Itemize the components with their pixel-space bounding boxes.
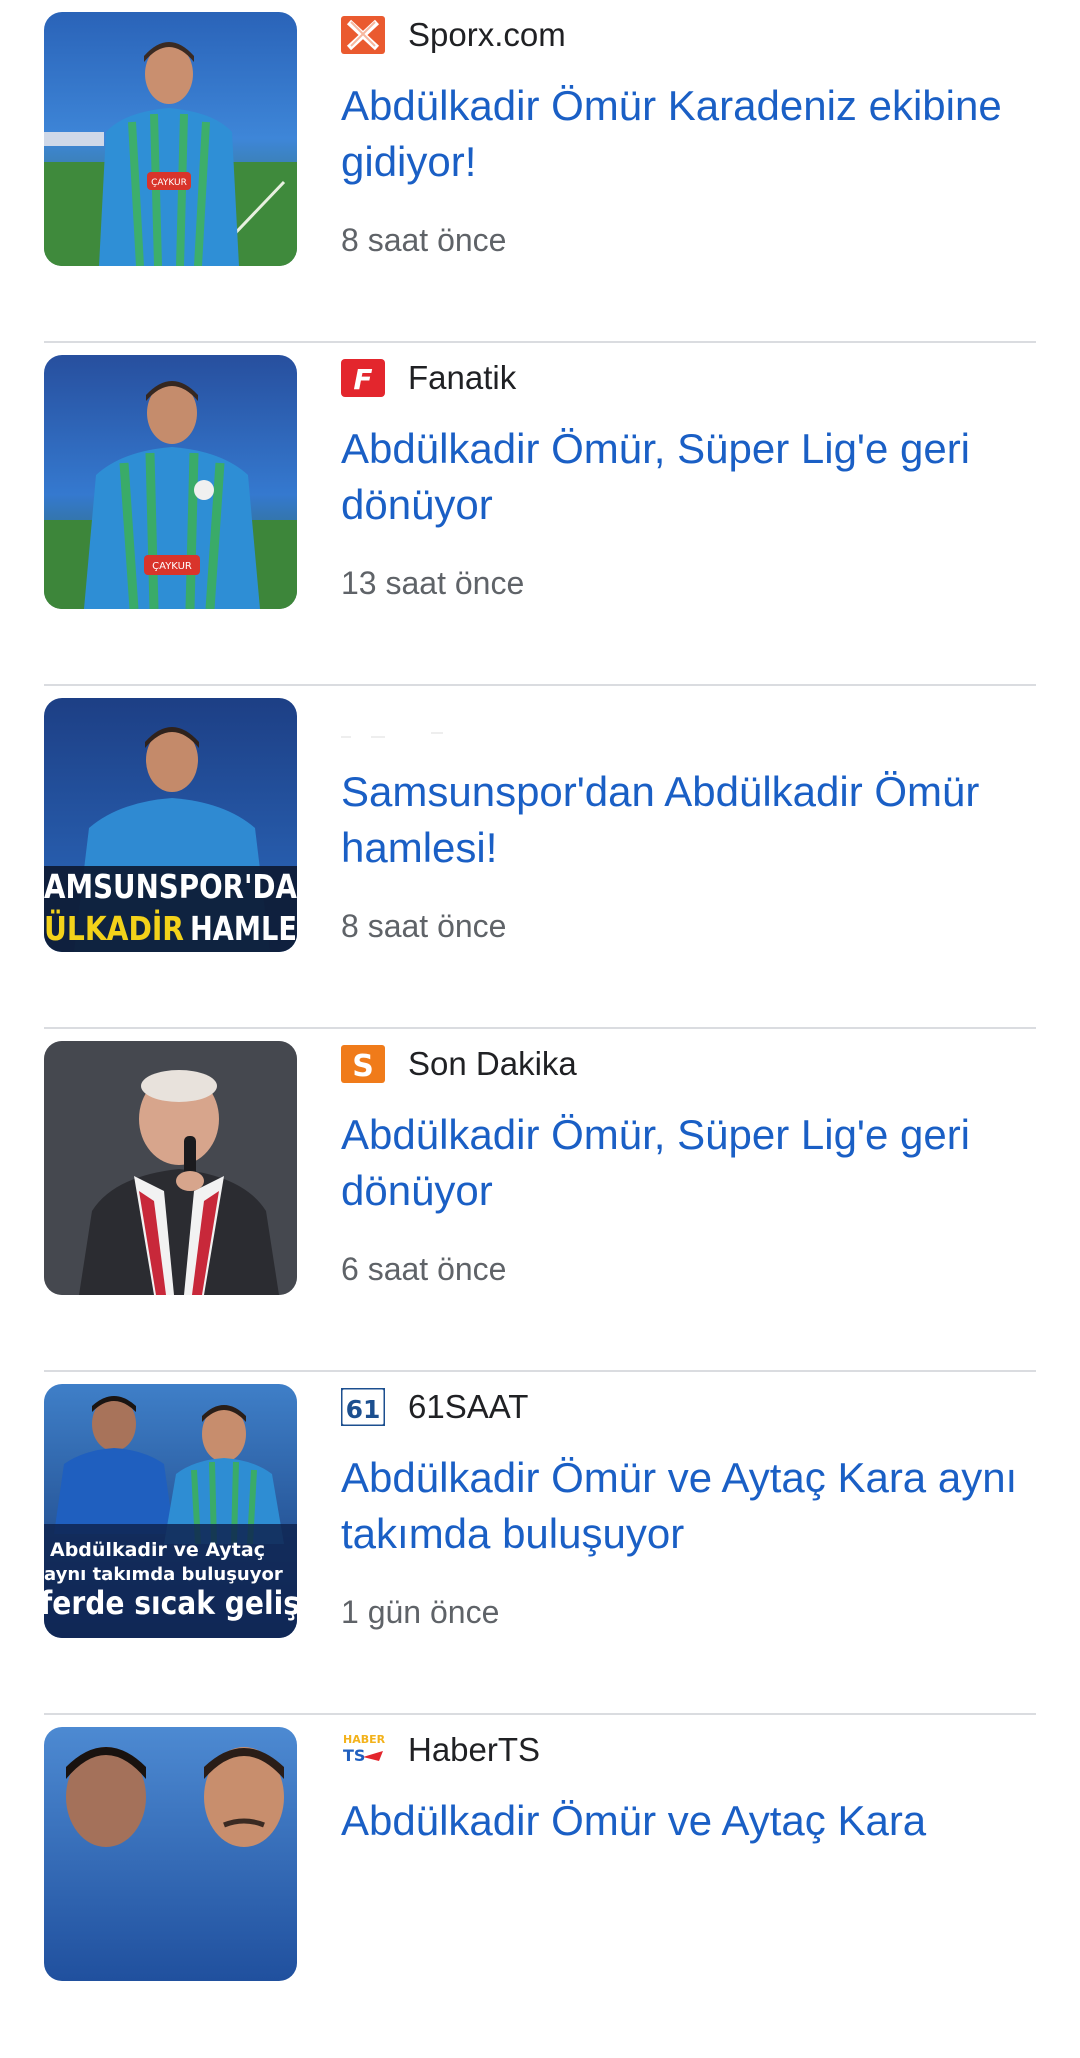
article-source: Sporx.com bbox=[341, 16, 566, 54]
caykur-badge: ÇAYKUR bbox=[151, 178, 187, 188]
article-time: 6 saat önce bbox=[341, 1251, 507, 1287]
haberts-logo-icon: HABER TS bbox=[341, 1731, 385, 1769]
sporx-logo-icon bbox=[341, 16, 385, 54]
article-time: 13 saat önce bbox=[341, 565, 525, 601]
article-thumbnail[interactable]: AMSUNSPOR'DA ÜLKADİR HAMLE bbox=[44, 698, 297, 952]
article-time: 8 saat önce bbox=[341, 222, 507, 258]
svg-text:S: S bbox=[352, 1049, 374, 1083]
svg-text:TS: TS bbox=[343, 1746, 365, 1765]
caykur-badge: ÇAYKUR bbox=[152, 561, 192, 572]
article-thumbnail[interactable]: Abdülkadir ve Aytaç aynı takımda buluşuy… bbox=[44, 1384, 297, 1638]
faded-logo-icon bbox=[341, 732, 443, 738]
image-caption-line-2: aynı takımda buluşuyor bbox=[44, 1564, 283, 1585]
svg-text:F: F bbox=[353, 363, 372, 396]
image-banner-line-2: ÜLKADİR bbox=[44, 908, 184, 948]
svg-text:HABER: HABER bbox=[343, 1733, 385, 1746]
article-source: F Fanatik bbox=[341, 359, 516, 397]
news-item[interactable]: HABER TS HaberTS Abdülkadir Ömür ve Ayta… bbox=[44, 1715, 1036, 2058]
news-item[interactable]: ÇAYKUR F Fanatik Abdülkadir Ömür, Süper … bbox=[44, 343, 1036, 686]
son-dakika-logo-icon: S bbox=[341, 1045, 385, 1083]
news-item[interactable]: ÇAYKUR Sporx.com Abdülkadir Ömür Karaden… bbox=[44, 0, 1036, 343]
61saat-logo-icon: 61 bbox=[341, 1388, 385, 1426]
article-thumbnail[interactable]: ÇAYKUR bbox=[44, 12, 297, 266]
image-caption-line-3: ferde sıcak geliş bbox=[44, 1584, 297, 1622]
article-headline[interactable]: Samsunspor'dan Abdülkadir Ömür hamlesi! bbox=[341, 764, 1041, 876]
article-thumbnail[interactable] bbox=[44, 1041, 297, 1295]
news-item[interactable]: Abdülkadir ve Aytaç aynı takımda buluşuy… bbox=[44, 1372, 1036, 1715]
article-headline[interactable]: Abdülkadir Ömür Karadeniz ekibine gidiyo… bbox=[341, 78, 1041, 190]
image-banner-line-3: HAMLE bbox=[190, 909, 297, 948]
svg-text:61: 61 bbox=[346, 1395, 381, 1424]
article-source: S Son Dakika bbox=[341, 1045, 577, 1083]
news-item[interactable]: AMSUNSPOR'DA ÜLKADİR HAMLE Samsunspor'da… bbox=[44, 686, 1036, 1029]
article-source: HABER TS HaberTS bbox=[341, 1731, 540, 1769]
article-headline[interactable]: Abdülkadir Ömür ve Aytaç Kara bbox=[341, 1793, 1041, 1849]
source-name: Sporx.com bbox=[408, 16, 566, 53]
fanatik-logo-icon: F bbox=[341, 359, 385, 397]
image-banner-line-1: AMSUNSPOR'DA bbox=[44, 867, 297, 906]
image-caption-line-1: Abdülkadir ve Aytaç bbox=[50, 1539, 265, 1561]
source-name: HaberTS bbox=[408, 1731, 541, 1768]
article-headline[interactable]: Abdülkadir Ömür, Süper Lig'e geri dönüyo… bbox=[341, 421, 1041, 533]
news-item[interactable]: S Son Dakika Abdülkadir Ömür, Süper Lig'… bbox=[44, 1029, 1036, 1372]
article-thumbnail[interactable] bbox=[44, 1727, 297, 1981]
article-time: 1 gün önce bbox=[341, 1594, 500, 1630]
article-headline[interactable]: Abdülkadir Ömür ve Aytaç Kara aynı takım… bbox=[341, 1450, 1041, 1562]
article-time: 8 saat önce bbox=[341, 908, 507, 944]
article-thumbnail[interactable]: ÇAYKUR bbox=[44, 355, 297, 609]
source-name: Fanatik bbox=[408, 359, 517, 396]
source-name: Son Dakika bbox=[408, 1045, 577, 1082]
article-headline[interactable]: Abdülkadir Ömür, Süper Lig'e geri dönüyo… bbox=[341, 1107, 1041, 1219]
source-name: 61SAAT bbox=[408, 1388, 529, 1425]
article-source: 61 61SAAT bbox=[341, 1388, 528, 1426]
